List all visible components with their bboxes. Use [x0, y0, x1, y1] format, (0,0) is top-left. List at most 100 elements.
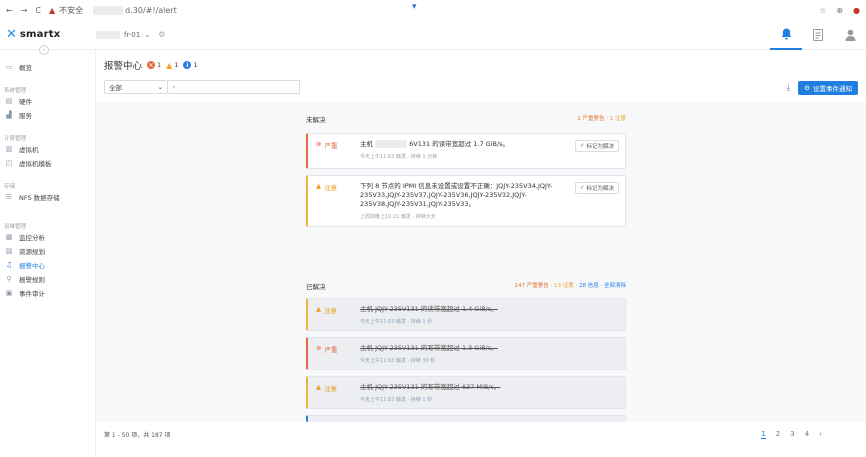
- warning-triangle-icon: ▲: [316, 383, 321, 391]
- warning-triangle-icon: ▲: [316, 305, 321, 313]
- mark-resolved-button[interactable]: ✓ 标记为解决: [574, 182, 619, 194]
- sidebar-item-services[interactable]: ▟ 服务: [0, 108, 95, 122]
- mark-resolved-button[interactable]: ✓ 标记为解决: [574, 140, 619, 152]
- reload-icon[interactable]: C: [35, 6, 41, 15]
- resolved-summary: 147 严重警告 · 13 注意 · 28 信息 · 全部清除: [514, 281, 626, 291]
- alarm-message: 主机 JQJY-235V131 的写带宽超过 1.3 GiB/s。: [360, 344, 498, 352]
- logo[interactable]: ✕ smartx: [0, 27, 96, 42]
- severity-tag: ⊗ 严重: [308, 134, 354, 168]
- forward-icon[interactable]: →: [21, 6, 28, 15]
- sidebar-item-monitoring[interactable]: ▦ 监控分析: [0, 230, 95, 244]
- sidebar-group-label: 存储: [4, 184, 16, 190]
- page-button[interactable]: 4: [805, 430, 809, 439]
- critical-count-badge: ✕ 1: [147, 61, 161, 69]
- pagination-range: 第 1 - 50 项，共 187 项: [104, 432, 171, 439]
- bell-icon[interactable]: [770, 20, 802, 50]
- cluster-selector[interactable]: fr-01 ⌄ ⚙: [96, 30, 165, 39]
- download-icon[interactable]: ⤓: [786, 83, 790, 93]
- alarm-body: 主机 JQJY-235V131 的写带宽超过 1.3 GiB/s。 今天上午11…: [354, 338, 625, 369]
- alarm-card[interactable]: ⊗ 严重 主机 6V131 的读带宽超过 1.7 GiB/s。 今天上午11:0…: [306, 133, 626, 169]
- info-icon: i: [183, 61, 192, 69]
- severity-label: 严重: [324, 142, 338, 150]
- sidebar-item-event-audit[interactable]: ▣ 事件审计: [0, 286, 95, 300]
- severity-tag: ▲ 注意: [308, 299, 354, 330]
- warning-triangle-icon: ▲: [166, 60, 173, 70]
- alarm-meta: 今天上午11:03 触发 · 持续 30 秒: [360, 358, 436, 364]
- search-input[interactable]: ⌕: [168, 80, 300, 94]
- settings-icon[interactable]: ⚙: [158, 30, 165, 39]
- clear-all-link[interactable]: 全部清除: [604, 283, 626, 289]
- collapse-sidebar-icon[interactable]: ‹: [39, 45, 49, 55]
- unresolved-label: 未解决: [306, 116, 326, 124]
- summary-info: 28 信息: [578, 283, 599, 289]
- summary-warning: 13 注意: [553, 283, 574, 289]
- alarm-meta: 今天上午11:03 触发 · 持续 1 秒: [360, 319, 433, 325]
- extension-icon[interactable]: ⊕: [836, 6, 843, 15]
- sidebar-item-alarm-center[interactable]: ♫ 报警中心: [0, 258, 95, 272]
- alarm-card[interactable]: [306, 415, 626, 422]
- cluster-name-redacted: [96, 30, 120, 39]
- page-button[interactable]: 2: [776, 430, 780, 439]
- sidebar-item-hardware[interactable]: ▤ 硬件: [0, 94, 95, 108]
- check-icon: ✓: [579, 185, 585, 191]
- alarm-body: 主机 JQJY-235V131 的写带宽超过 637 MiB/s。 今天上午11…: [354, 377, 625, 408]
- sidebar-item-label: 报警中心: [19, 262, 45, 270]
- sidebar-item-label: 虚拟机: [19, 146, 39, 154]
- sidebar: ‹ ▭ 概览 系统管理 ▤ 硬件 ▟ 服务 计算管理 ▥ 虚拟机 ◰ 虚拟机模板…: [0, 45, 96, 457]
- browser-toolbar: ← → C ▲ 不安全 d.30/#!/alert ☆ ⊕ ●: [0, 0, 866, 20]
- resource-icon: ▧: [5, 247, 13, 255]
- menu-icon[interactable]: ●: [853, 6, 860, 15]
- monitor-icon: ▭: [5, 63, 13, 71]
- star-icon[interactable]: ☆: [819, 6, 826, 15]
- alarm-card[interactable]: ▲ 注意 主机 JQJY-235V131 的读带宽超过 1.4 GiB/s。 今…: [306, 298, 626, 331]
- sidebar-group-label: 计算管理: [4, 136, 27, 142]
- sidebar-item-alarm-rules[interactable]: ⚲ 报警规则: [0, 272, 95, 286]
- page-title: 报警中心: [104, 61, 143, 72]
- sidebar-item-vm-template[interactable]: ◰ 虚拟机模板: [0, 156, 95, 170]
- cluster-name: fr-01: [124, 30, 141, 39]
- resolved-label: 已解决: [306, 283, 326, 291]
- alarm-card[interactable]: ⊗ 严重 主机 JQJY-235V131 的写带宽超过 1.3 GiB/s。 今…: [306, 337, 626, 370]
- address-bar[interactable]: d.30/#!/alert: [125, 6, 177, 15]
- sidebar-item-label: 硬件: [19, 98, 32, 106]
- alarm-card[interactable]: ▲ 注意 主机 JQJY-235V131 的写带宽超过 637 MiB/s。 今…: [306, 376, 626, 409]
- back-icon[interactable]: ←: [6, 6, 13, 15]
- summary-critical: 147 严重警告: [514, 283, 549, 289]
- alarm-message: 主机 JQJY-235V131 的读带宽超过 1.4 GiB/s。: [360, 305, 498, 313]
- severity-tag: ▲ 注意: [308, 377, 354, 408]
- critical-icon: ⊗: [316, 344, 322, 352]
- next-page-icon[interactable]: ›: [819, 430, 822, 439]
- sidebar-item-nfs[interactable]: ☰ NFS 数据存储: [0, 190, 95, 204]
- summary-critical: 1 严重警告: [577, 116, 605, 122]
- critical-icon: ⊗: [316, 140, 322, 148]
- sidebar-group-label: 运维管理: [4, 224, 27, 230]
- unresolved-summary: 1 严重警告 · 1 注意: [577, 114, 626, 124]
- cursor-marker-icon: ▾: [412, 2, 417, 12]
- page-button[interactable]: 1: [761, 430, 766, 439]
- sidebar-item-label: NFS 数据存储: [19, 194, 60, 202]
- info-count: 1: [193, 61, 198, 69]
- page-title-row: 报警中心 ✕ 1 ▲ 1 i 1: [104, 58, 198, 73]
- severity-tag: ▲ 注意: [308, 176, 354, 226]
- sidebar-item-overview[interactable]: ▭ 概览: [0, 60, 95, 74]
- alarm-card[interactable]: ▲ 注意 下列 8 节点的 IPMI 信息未设置或设置不正确：JQJY-235V…: [306, 175, 626, 227]
- alarm-message: 主机 JQJY-235V131 的写带宽超过 637 MiB/s。: [360, 383, 501, 391]
- insecure-label[interactable]: 不安全: [59, 5, 83, 16]
- sidebar-item-resource-planning[interactable]: ▧ 资源规划: [0, 244, 95, 258]
- set-notification-button[interactable]: ⚙ 设置事件通知: [798, 81, 858, 95]
- alarm-message-suffix: 6V131 的读带宽超过 1.7 GiB/s。: [409, 140, 510, 148]
- sidebar-item-vm[interactable]: ▥ 虚拟机: [0, 142, 95, 156]
- document-icon[interactable]: [802, 20, 834, 50]
- severity-filter-select[interactable]: 全部 ⌄: [104, 80, 168, 94]
- page-button[interactable]: 3: [790, 430, 794, 439]
- sidebar-item-label: 报警规则: [19, 276, 45, 284]
- mark-resolved-label: 标记为解决: [586, 186, 614, 192]
- warning-icon[interactable]: ▲: [49, 6, 55, 15]
- severity-filter-value: 全部: [109, 84, 122, 92]
- host-name-redacted: [375, 140, 408, 148]
- sidebar-item-label: 事件审计: [19, 290, 45, 298]
- severity-label: 注意: [324, 184, 337, 192]
- user-icon[interactable]: [834, 20, 866, 50]
- sidebar-item-label: 监控分析: [19, 234, 45, 242]
- chevron-down-icon: ⌄: [144, 30, 151, 39]
